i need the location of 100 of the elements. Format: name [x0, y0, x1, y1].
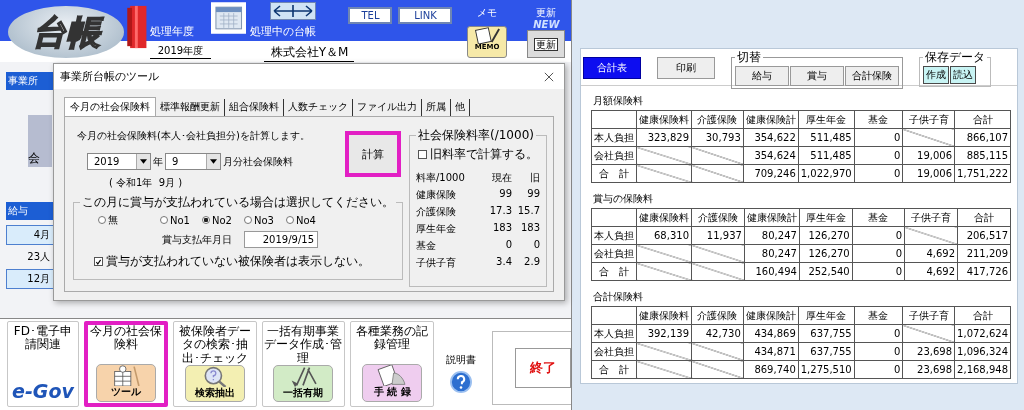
column-header: 合計: [954, 306, 1011, 325]
bonus-radio[interactable]: No2: [201, 213, 232, 227]
column-header: 子供子育: [904, 208, 958, 227]
table-cell: 709,246: [743, 164, 799, 183]
tool-tile[interactable]: 一括有期事業データ作成･管理 一括有期: [261, 321, 346, 407]
table-cell: 19,006: [902, 146, 955, 165]
tile-label: 一括有期事業データ作成･管理: [263, 325, 344, 366]
tool-tile[interactable]: 被保険者データの検索･抽出･チェック 検索抽出: [172, 321, 257, 407]
dropdown-arrow-icon[interactable]: [210, 159, 217, 164]
struck-out-cell: [691, 342, 744, 361]
row-header: 会社負担: [591, 146, 637, 165]
table-cell: 1,022,970: [798, 164, 855, 183]
rate-column-header: 旧: [529, 171, 540, 185]
calendar-icon[interactable]: [211, 2, 247, 34]
struck-out-cell: [904, 226, 958, 245]
bonus-date-field[interactable]: 2019/9/15: [244, 231, 318, 248]
table-cell: 323,829: [636, 128, 692, 147]
column-header: 基金: [852, 208, 905, 227]
year-label: 処理年度: [149, 24, 195, 40]
bonus-radio[interactable]: No1: [160, 213, 190, 227]
ledger-label: 処理中の台帳: [250, 24, 318, 40]
binder-icon: [126, 4, 148, 50]
rate-value: 183: [519, 222, 540, 235]
struck-out-cell: [636, 262, 692, 281]
column-header: 介護保険: [691, 306, 744, 325]
tile-caption: 会: [28, 150, 40, 167]
table-cell: 19,006: [902, 164, 955, 183]
column-header: 健康保険計: [743, 110, 799, 129]
column-header: 子供子育: [902, 110, 955, 129]
tile-caption: ツール: [110, 386, 141, 398]
row-header: 合 計: [591, 164, 637, 183]
dropdown-arrow-icon[interactable]: [140, 159, 147, 164]
checkmark-icon: [95, 258, 102, 266]
table-cell: 23,698: [902, 360, 955, 379]
tile-caption: 検索抽出: [194, 387, 235, 400]
rate-name: 子供子育: [416, 256, 457, 270]
struck-out-cell: [691, 262, 745, 281]
save-data-button[interactable]: 読込: [950, 66, 976, 84]
month-select[interactable]: 9: [165, 153, 221, 170]
column-header: 厚生年金: [799, 208, 853, 227]
bonus-radio[interactable]: No4: [285, 213, 316, 227]
row-header: 本人負担: [591, 128, 637, 147]
ledger-tile[interactable]: 会: [28, 115, 52, 167]
toolbar-button[interactable]: 印刷: [657, 57, 715, 79]
column-header: 健康保険料: [636, 110, 692, 129]
hide-unpaid-checkbox[interactable]: 賞与が支払われていない被保険者は表示しない。: [94, 253, 396, 270]
table-cell: 126,270: [799, 226, 853, 245]
intro-text: 今月の社会保険料(本人･会社負担分)を計算します。: [77, 129, 310, 143]
manual-label: 説明書: [446, 353, 477, 367]
row-header: 合 計: [591, 262, 637, 281]
help-icon[interactable]: [450, 371, 473, 393]
year-select[interactable]: 2019: [87, 153, 151, 170]
rate-column-header: 料率/1000: [416, 171, 466, 185]
update-button[interactable]: 更新: [527, 30, 566, 58]
calculate-button[interactable]: 計算: [345, 131, 401, 177]
table-cell: 0: [852, 244, 905, 263]
tool-tile[interactable]: 今月の社会保険料 ツール: [83, 321, 168, 407]
rate-value: 17.3: [488, 205, 512, 218]
double-arrow-icon[interactable]: [270, 2, 317, 20]
bonus-radio[interactable]: No3: [243, 213, 274, 227]
rate-value: 99: [498, 188, 512, 201]
rate-value: 183: [491, 222, 512, 235]
table-title: 月額保険料: [593, 94, 644, 108]
header-link-button[interactable]: LINK: [398, 7, 453, 24]
table-cell: 417,726: [957, 262, 1011, 281]
month-cell: 4月: [6, 225, 54, 245]
rate-value: 3.4: [495, 256, 512, 269]
header-link-button[interactable]: TEL: [348, 7, 393, 24]
rate-value: 99: [526, 188, 540, 201]
tool-tile[interactable]: 各種業務の記録管理 手 続 録: [350, 321, 435, 407]
app-logo: 台帳: [8, 6, 125, 58]
table-cell: 354,622: [743, 128, 799, 147]
table-cell: 354,624: [743, 146, 799, 165]
table-cell: 0: [854, 128, 903, 147]
close-icon[interactable]: [544, 71, 554, 82]
table-cell: 885,115: [954, 146, 1011, 165]
save-data-button[interactable]: 作成: [923, 66, 949, 84]
table-cell: 1,072,624: [954, 324, 1011, 343]
column-header: 健康保険料: [636, 208, 692, 227]
group-legend: 社会保険料率(/1000): [416, 127, 536, 144]
bonus-radio[interactable]: 無: [98, 213, 118, 227]
toolbar-button[interactable]: 合計表: [583, 57, 641, 79]
dialog-tab[interactable]: 今月の社会保険料: [64, 97, 156, 116]
old-rate-checkbox[interactable]: 旧料率で計算する。: [418, 146, 540, 163]
exit-button[interactable]: 終了: [515, 348, 571, 388]
rate-name: 厚生年金: [416, 222, 457, 236]
processing-year: 2019年度: [149, 44, 211, 59]
struck-out-cell: [691, 164, 744, 183]
table-cell: 637,755: [798, 342, 855, 361]
table-title: 合計保険料: [593, 290, 644, 304]
table-cell: 1,096,324: [954, 342, 1011, 361]
table-cell: 0: [854, 146, 903, 165]
table-cell: 0: [854, 342, 903, 361]
table-cell: 23,698: [902, 342, 955, 361]
column-header: 合計: [954, 110, 1011, 129]
tool-tile[interactable]: FD･電子申請関連 e-Gov: [7, 321, 79, 407]
switch-button[interactable]: 合計保険: [845, 66, 899, 86]
switch-button[interactable]: 賞与: [790, 66, 844, 86]
switch-button[interactable]: 給与: [735, 66, 789, 86]
table-cell: 1,275,510: [798, 360, 855, 379]
